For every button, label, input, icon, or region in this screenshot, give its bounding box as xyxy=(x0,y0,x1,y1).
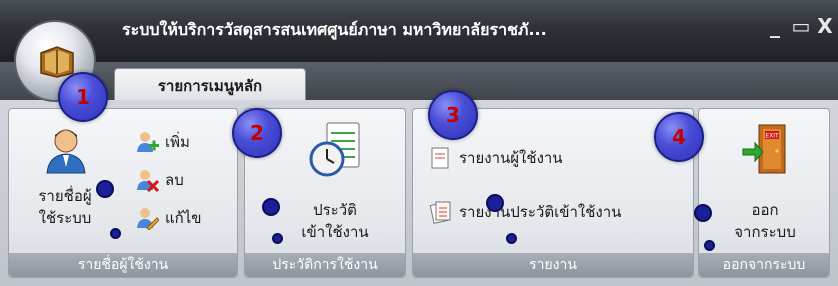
add-user-icon xyxy=(137,132,159,152)
annotation-dot xyxy=(704,240,715,251)
report-users-icon xyxy=(431,147,449,169)
usage-history-label-line2: เข้าใช้งาน xyxy=(301,223,369,241)
delete-user-label: ลบ xyxy=(165,171,184,189)
report-history-label: รายงานประวัติเข้าใช้งาน xyxy=(459,203,622,221)
annotation-dot xyxy=(110,228,121,239)
annotation-marker-2: 2 xyxy=(232,108,282,158)
add-user-button[interactable]: เพิ่ม xyxy=(135,129,190,155)
delete-user-icon xyxy=(137,170,159,192)
report-icon xyxy=(429,201,451,224)
report-users-button[interactable]: รายงานผู้ใช้งาน xyxy=(429,145,563,171)
user-list-icon xyxy=(46,129,86,174)
group-label-history: ประวัติการใช้งาน xyxy=(245,253,405,277)
close-button[interactable]: X xyxy=(814,14,836,38)
annotation-dot xyxy=(262,198,280,216)
annotation-dot xyxy=(694,204,712,222)
exit-button[interactable]: EXIT ออก จากระบบ xyxy=(709,117,821,247)
group-label-user: รายชื่อผู้ใช้งาน xyxy=(9,253,237,277)
edit-user-icon xyxy=(137,208,159,230)
annotation-dot xyxy=(506,233,517,244)
user-list-label-line2: ใช้ระบบ xyxy=(38,209,92,227)
group-exit: EXIT ออก จากระบบ ออกจากระบบ xyxy=(698,108,830,278)
maximize-button[interactable]: ▭ xyxy=(790,14,812,38)
edit-user-label: แก้ไข xyxy=(165,209,202,227)
window-title: ระบบให้บริการวัสดุสารสนเทศศูนย์ภาษา มหาว… xyxy=(122,20,547,39)
title-bar: ระบบให้บริการวัสดุสารสนเทศศูนย์ภาษา มหาว… xyxy=(0,0,838,62)
app-window: ระบบให้บริการวัสดุสารสนเทศศูนย์ภาษา มหาว… xyxy=(0,0,838,286)
group-label-exit: ออกจากระบบ xyxy=(699,253,829,277)
usage-history-label-line1: ประวัติ xyxy=(313,201,357,219)
clock-notepad-icon xyxy=(309,122,360,177)
annotation-marker-4: 4 xyxy=(654,112,704,162)
exit-label-line2: จากระบบ xyxy=(734,223,796,241)
ribbon-tab-strip: รายการเมนูหลัก xyxy=(0,62,838,104)
annotation-dot xyxy=(96,180,114,198)
tab-main-menu[interactable]: รายการเมนูหลัก xyxy=(114,68,306,104)
group-user-list: รายชื่อผู้ ใช้ระบบ เพิ่ม ลบ แก้ไข รายชื่… xyxy=(8,108,238,278)
group-label-report: รายงาน xyxy=(413,253,693,277)
edit-user-button[interactable]: แก้ไข xyxy=(135,205,202,231)
svg-text:EXIT: EXIT xyxy=(765,133,779,140)
report-users-label: รายงานผู้ใช้งาน xyxy=(459,149,563,167)
minimize-button[interactable]: _ xyxy=(764,14,786,38)
exit-door-icon: EXIT xyxy=(742,124,786,174)
ribbon: รายชื่อผู้ ใช้ระบบ เพิ่ม ลบ แก้ไข รายชื่… xyxy=(0,100,838,286)
exit-label-line1: ออก xyxy=(751,201,779,219)
annotation-dot xyxy=(486,194,504,212)
add-user-label: เพิ่ม xyxy=(165,133,190,151)
annotation-marker-1: 1 xyxy=(58,72,108,122)
annotation-dot xyxy=(272,233,283,244)
report-history-button[interactable]: รายงานประวัติเข้าใช้งาน xyxy=(429,199,621,225)
annotation-marker-3: 3 xyxy=(428,90,478,140)
delete-user-button[interactable]: ลบ xyxy=(135,167,184,193)
